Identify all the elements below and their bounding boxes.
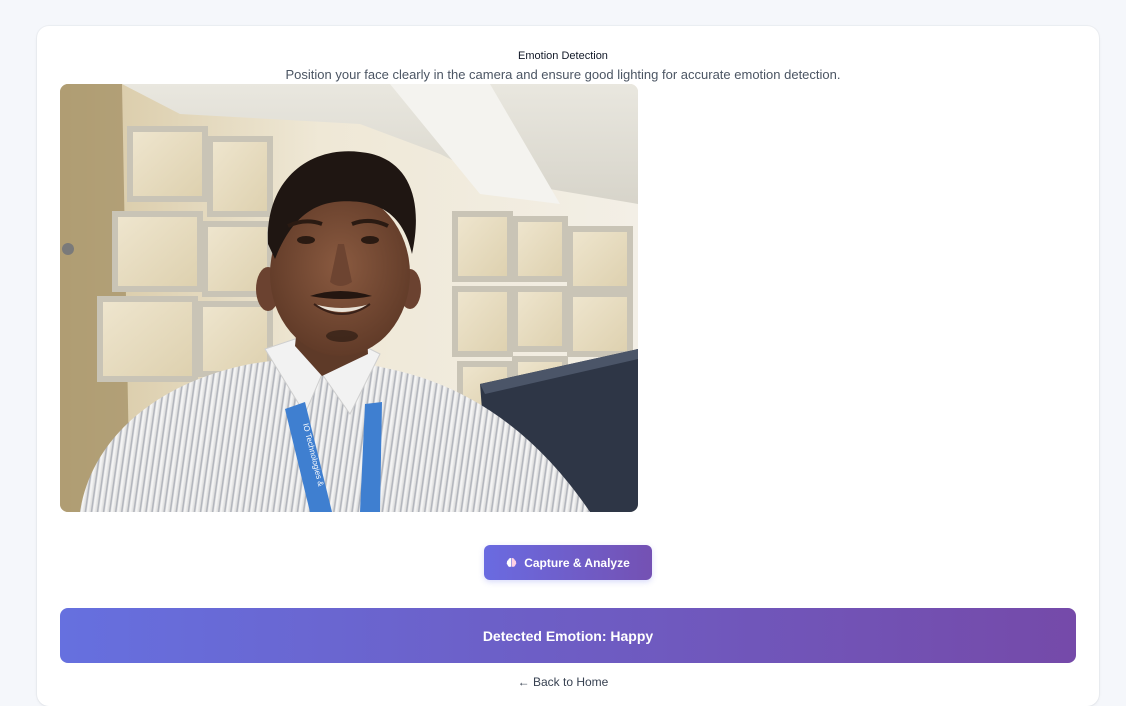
- brain-icon: [506, 557, 517, 568]
- page-subtitle: Position your face clearly in the camera…: [285, 67, 841, 82]
- camera-feed: IO Technologies &: [60, 84, 638, 512]
- detected-emotion-text: Detected Emotion: Happy: [482, 627, 654, 644]
- camera-frame-image: IO Technologies &: [60, 84, 638, 512]
- capture-analyze-label: Capture & Analyze: [524, 555, 630, 570]
- result-banner: Detected Emotion: Happy: [60, 608, 1076, 663]
- capture-analyze-button[interactable]: Capture & Analyze: [484, 545, 652, 580]
- page-title: Emotion Detection: [518, 50, 608, 62]
- back-to-home-link[interactable]: ← Back to Home: [0, 675, 1126, 689]
